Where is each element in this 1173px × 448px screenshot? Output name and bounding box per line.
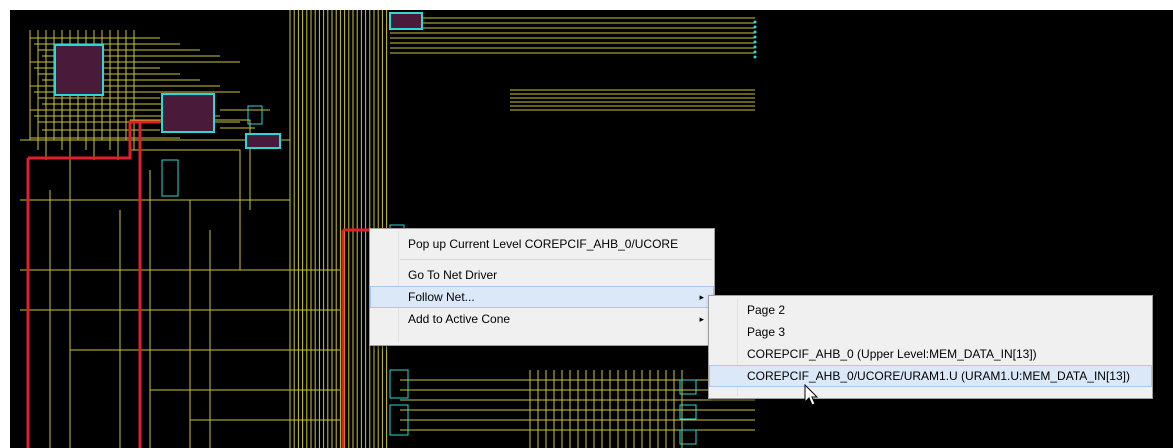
- menu-item-follow-net[interactable]: Follow Net... ▸: [370, 286, 714, 308]
- pin-dot: [753, 20, 757, 24]
- instance-block: [389, 12, 423, 30]
- submenu-item-label: COREPCIF_AHB_0/UCORE/URAM1.U (URAM1.U:ME…: [747, 369, 1130, 383]
- pin-dot: [753, 50, 757, 54]
- mouse-pointer-icon: [804, 384, 819, 406]
- menu-separator: [400, 259, 712, 260]
- submenu-item-label: Page 2: [747, 303, 786, 317]
- pin-dot: [753, 25, 757, 29]
- pin-dot: [753, 30, 757, 34]
- submenu-item-uram1[interactable]: COREPCIF_AHB_0/UCORE/URAM1.U (URAM1.U:ME…: [709, 365, 1152, 387]
- menu-item-label: Add to Active Cone: [408, 312, 511, 326]
- pin-dot: [753, 45, 757, 49]
- screenshot-stage: Pop up Current Level COREPCIF_AHB_0/UCOR…: [0, 0, 1173, 448]
- submenu-arrow-icon: ▸: [699, 292, 704, 302]
- menu-item-add-to-active-cone[interactable]: Add to Active Cone ▸: [370, 308, 714, 330]
- logic-cell: [389, 369, 409, 399]
- menu-item-label: Follow Net...: [408, 290, 475, 304]
- instance-block: [245, 133, 281, 149]
- submenu-item-page-3[interactable]: Page 3: [709, 321, 1152, 343]
- menu-item-pop-up-current-level[interactable]: Pop up Current Level COREPCIF_AHB_0/UCOR…: [370, 233, 714, 255]
- submenu-item-label: Page 3: [747, 325, 786, 339]
- submenu-arrow-icon: ▸: [699, 314, 704, 324]
- submenu-item-label: COREPCIF_AHB_0 (Upper Level:MEM_DATA_IN[…: [747, 347, 1037, 361]
- net-wire: [130, 119, 251, 210]
- pin-dot: [753, 55, 757, 59]
- submenu-item-upper-level[interactable]: COREPCIF_AHB_0 (Upper Level:MEM_DATA_IN[…: [709, 343, 1152, 365]
- pin-dot: [753, 35, 757, 39]
- logic-cell: [161, 159, 179, 197]
- instance-block: [161, 93, 215, 133]
- follow-net-submenu: Page 2 Page 3 COREPCIF_AHB_0 (Upper Leve…: [708, 295, 1153, 399]
- context-menu: Pop up Current Level COREPCIF_AHB_0/UCOR…: [369, 228, 715, 346]
- net-wire: [130, 149, 241, 270]
- menu-item-label: Pop up Current Level COREPCIF_AHB_0/UCOR…: [408, 237, 679, 251]
- pin-dot: [753, 40, 757, 44]
- menu-item-go-to-net-driver[interactable]: Go To Net Driver: [370, 264, 714, 286]
- instance-block: [54, 44, 104, 96]
- menu-item-label: Go To Net Driver: [408, 268, 498, 282]
- submenu-item-page-2[interactable]: Page 2: [709, 299, 1152, 321]
